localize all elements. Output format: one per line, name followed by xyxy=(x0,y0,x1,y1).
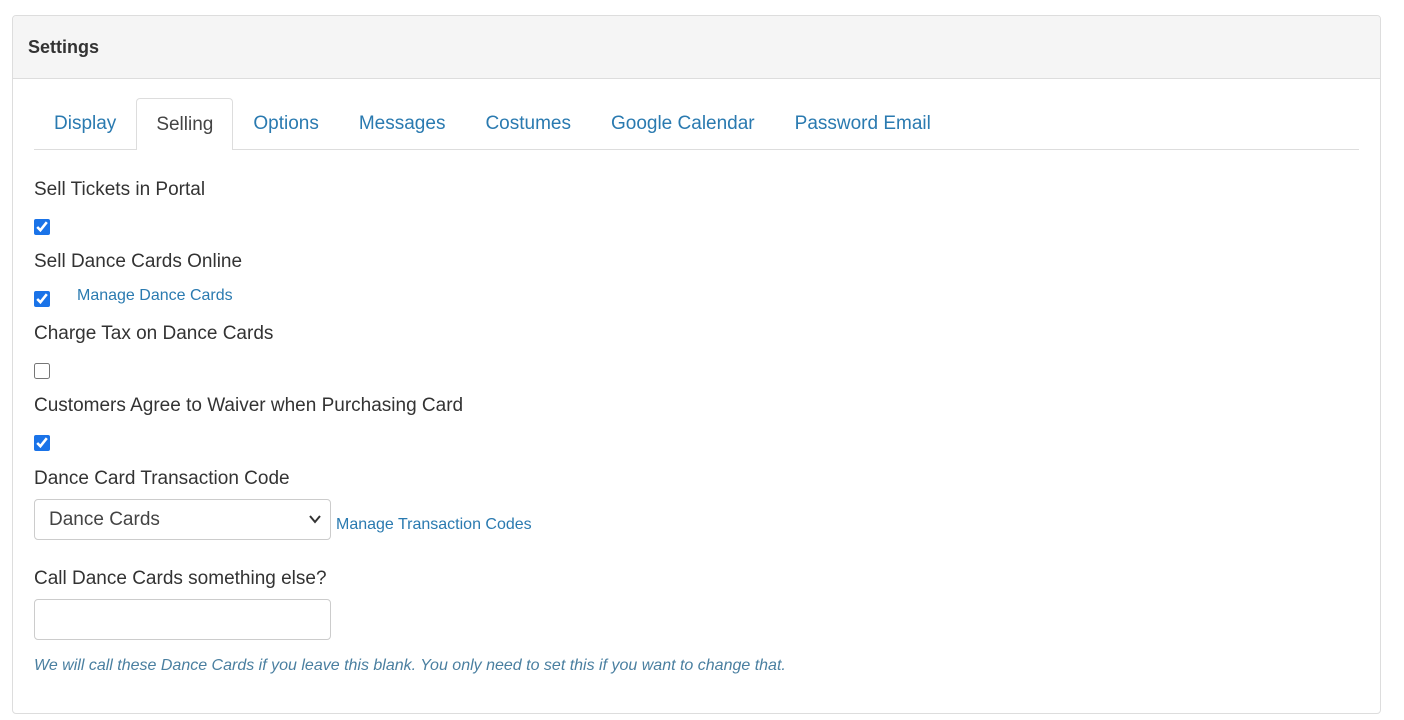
charge-tax-label: Charge Tax on Dance Cards xyxy=(34,323,274,344)
sell-dance-cards-checkbox[interactable] xyxy=(34,291,50,307)
transaction-code-select[interactable]: Dance Cards xyxy=(34,499,331,540)
tab-display[interactable]: Display xyxy=(34,98,136,149)
panel-title: Settings xyxy=(28,36,100,57)
sell-tickets-checkbox[interactable] xyxy=(34,219,50,235)
waiver-label: Customers Agree to Waiver when Purchasin… xyxy=(34,395,464,416)
panel-heading: Settings xyxy=(13,16,1380,79)
waiver-checkbox[interactable] xyxy=(34,435,50,451)
sell-tickets-label: Sell Tickets in Portal xyxy=(34,179,206,200)
tab-google-calendar[interactable]: Google Calendar xyxy=(591,98,775,149)
panel-body: Display Selling Options Messages Costume… xyxy=(13,79,1380,150)
tab-messages[interactable]: Messages xyxy=(339,98,466,149)
rename-label: Call Dance Cards something else? xyxy=(34,568,327,589)
settings-panel: Settings Display Selling Options Message… xyxy=(12,15,1381,714)
sell-dance-cards-label: Sell Dance Cards Online xyxy=(34,251,243,272)
tab-options[interactable]: Options xyxy=(233,98,338,149)
tab-selling[interactable]: Selling xyxy=(136,98,234,150)
rename-help-text: We will call these Dance Cards if you le… xyxy=(34,657,786,674)
manage-transaction-codes-link[interactable]: Manage Transaction Codes xyxy=(336,516,532,534)
manage-dance-cards-link[interactable]: Manage Dance Cards xyxy=(77,287,233,305)
settings-tabs: Display Selling Options Messages Costume… xyxy=(34,98,1359,150)
rename-dance-cards-input[interactable] xyxy=(34,599,331,640)
charge-tax-checkbox[interactable] xyxy=(34,363,50,379)
transaction-code-label: Dance Card Transaction Code xyxy=(34,468,290,489)
chevron-down-icon xyxy=(309,515,321,524)
tab-costumes[interactable]: Costumes xyxy=(465,98,591,149)
transaction-code-selected: Dance Cards xyxy=(49,508,160,530)
tab-password-email[interactable]: Password Email xyxy=(775,98,951,149)
